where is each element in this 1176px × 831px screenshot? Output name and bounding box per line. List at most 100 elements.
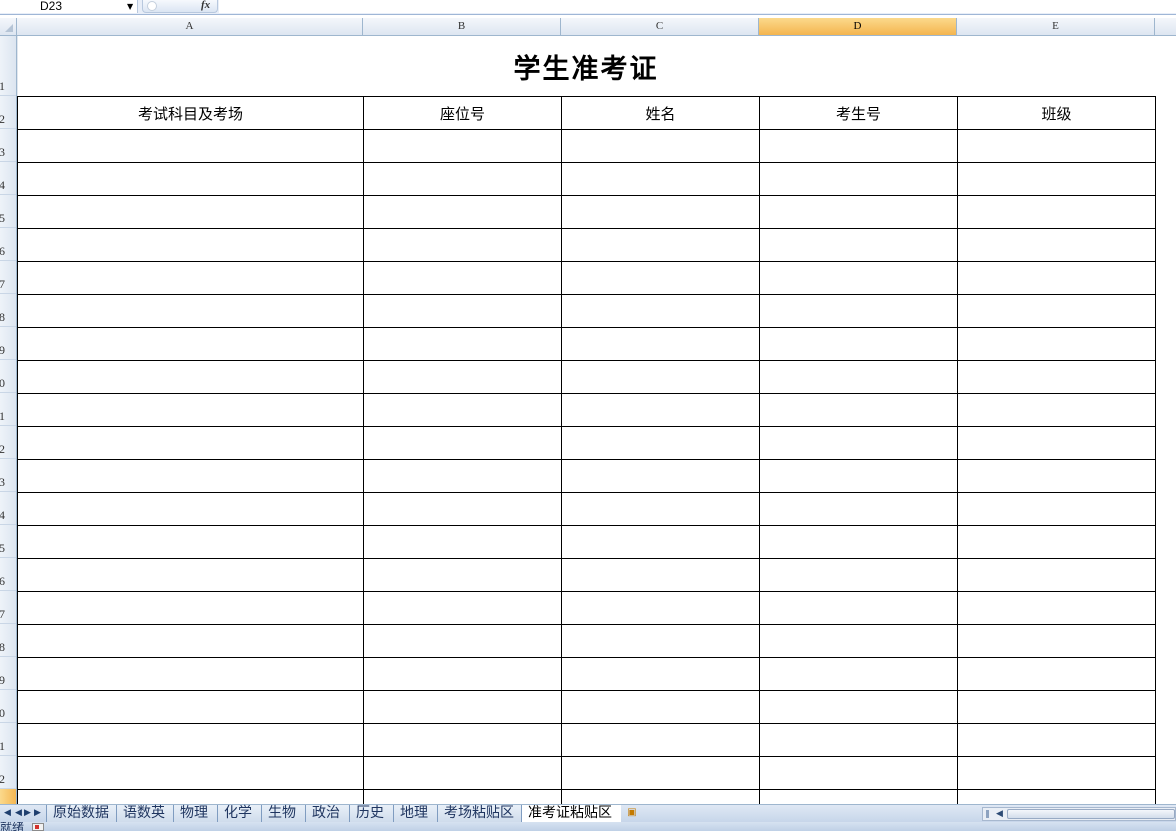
sheet-tab[interactable]: 考场粘贴区 bbox=[437, 805, 521, 822]
table-cell[interactable] bbox=[363, 162, 562, 196]
table-cell[interactable] bbox=[561, 360, 760, 394]
row-header[interactable]: 1 bbox=[0, 36, 16, 96]
row-header[interactable]: 3 bbox=[0, 129, 16, 162]
table-cell[interactable] bbox=[363, 327, 562, 361]
table-cell[interactable] bbox=[957, 228, 1156, 262]
sheet-tab[interactable]: 历史 bbox=[349, 805, 393, 822]
table-cell[interactable] bbox=[17, 294, 364, 328]
sheet-tab[interactable]: 物理 bbox=[173, 805, 217, 822]
table-cell[interactable] bbox=[17, 129, 364, 163]
table-cell[interactable] bbox=[759, 129, 958, 163]
table-cell[interactable] bbox=[957, 393, 1156, 427]
column-header-d[interactable]: D bbox=[759, 18, 957, 35]
table-cell[interactable] bbox=[17, 657, 364, 691]
row-header[interactable]: 2 bbox=[0, 756, 16, 789]
table-cell[interactable] bbox=[363, 360, 562, 394]
table-cell[interactable] bbox=[363, 195, 562, 229]
table-cell[interactable] bbox=[17, 228, 364, 262]
table-cell[interactable] bbox=[561, 492, 760, 526]
table-cell[interactable] bbox=[957, 129, 1156, 163]
table-cell[interactable] bbox=[759, 426, 958, 460]
sheet-tab[interactable]: 地理 bbox=[393, 805, 437, 822]
table-cell[interactable] bbox=[561, 195, 760, 229]
insert-sheet-icon[interactable]: ▣ bbox=[625, 807, 639, 819]
table-cell[interactable] bbox=[957, 690, 1156, 724]
table-cell[interactable] bbox=[561, 558, 760, 592]
table-cell[interactable] bbox=[17, 624, 364, 658]
table-cell[interactable] bbox=[17, 327, 364, 361]
table-cell[interactable] bbox=[363, 624, 562, 658]
table-cell[interactable] bbox=[957, 591, 1156, 625]
table-cell[interactable] bbox=[561, 624, 760, 658]
table-cell[interactable] bbox=[759, 162, 958, 196]
table-cell[interactable] bbox=[957, 294, 1156, 328]
header-cell-exam-number[interactable]: 考生号 bbox=[759, 96, 958, 130]
row-header[interactable]: 5 bbox=[0, 525, 16, 558]
table-cell[interactable] bbox=[363, 756, 562, 790]
table-cell[interactable] bbox=[363, 525, 562, 559]
table-cell[interactable] bbox=[759, 228, 958, 262]
table-cell[interactable] bbox=[17, 591, 364, 625]
table-cell[interactable] bbox=[561, 162, 760, 196]
table-cell[interactable] bbox=[759, 624, 958, 658]
table-cell[interactable] bbox=[561, 393, 760, 427]
table-cell[interactable] bbox=[759, 294, 958, 328]
table-cell[interactable] bbox=[363, 723, 562, 757]
table-cell[interactable] bbox=[561, 129, 760, 163]
header-cell-subject-room[interactable]: 考试科目及考场 bbox=[17, 96, 364, 130]
header-cell-class[interactable]: 班级 bbox=[957, 96, 1156, 130]
table-cell[interactable] bbox=[363, 492, 562, 526]
header-cell-seat-number[interactable]: 座位号 bbox=[363, 96, 562, 130]
row-header[interactable]: 6 bbox=[0, 228, 16, 261]
table-cell[interactable] bbox=[561, 525, 760, 559]
row-header[interactable]: 5 bbox=[0, 195, 16, 228]
column-header-a[interactable]: A bbox=[17, 18, 363, 35]
table-cell[interactable] bbox=[759, 261, 958, 295]
table-cell[interactable] bbox=[759, 327, 958, 361]
row-header[interactable]: 7 bbox=[0, 261, 16, 294]
column-header-c[interactable]: C bbox=[561, 18, 759, 35]
table-cell[interactable] bbox=[363, 657, 562, 691]
scroll-thumb[interactable] bbox=[1007, 809, 1175, 819]
table-cell[interactable] bbox=[957, 426, 1156, 460]
table-cell[interactable] bbox=[363, 690, 562, 724]
table-cell[interactable] bbox=[17, 162, 364, 196]
table-cell[interactable] bbox=[957, 261, 1156, 295]
table-cell[interactable] bbox=[957, 360, 1156, 394]
table-cell[interactable] bbox=[561, 261, 760, 295]
table-cell[interactable] bbox=[363, 294, 562, 328]
table-cell[interactable] bbox=[759, 756, 958, 790]
table-cell[interactable] bbox=[957, 723, 1156, 757]
table-cell[interactable] bbox=[759, 657, 958, 691]
table-cell[interactable] bbox=[957, 327, 1156, 361]
last-sheet-icon[interactable]: ▶ bbox=[32, 806, 43, 821]
worksheet[interactable]: 学生准考证 考试科目及考场 座位号 姓名 考生号 班级 bbox=[17, 36, 1176, 806]
name-box[interactable]: D23 bbox=[0, 0, 138, 13]
table-cell[interactable] bbox=[561, 591, 760, 625]
table-cell[interactable] bbox=[17, 690, 364, 724]
table-cell[interactable] bbox=[363, 426, 562, 460]
sheet-tab[interactable]: 化学 bbox=[217, 805, 261, 822]
row-header[interactable]: 9 bbox=[0, 657, 16, 690]
table-cell[interactable] bbox=[759, 558, 958, 592]
row-header[interactable]: 0 bbox=[0, 690, 16, 723]
table-cell[interactable] bbox=[561, 723, 760, 757]
table-cell[interactable] bbox=[363, 558, 562, 592]
table-cell[interactable] bbox=[759, 690, 958, 724]
name-box-dropdown-icon[interactable]: ▼ bbox=[127, 0, 133, 13]
expand-circle-icon[interactable] bbox=[147, 1, 157, 11]
table-cell[interactable] bbox=[561, 459, 760, 493]
row-header[interactable]: 2 bbox=[0, 426, 16, 459]
row-header[interactable]: 8 bbox=[0, 294, 16, 327]
sheet-tab[interactable]: 原始数据 bbox=[46, 805, 116, 822]
table-cell[interactable] bbox=[17, 756, 364, 790]
row-header[interactable]: 9 bbox=[0, 327, 16, 360]
table-cell[interactable] bbox=[759, 723, 958, 757]
table-cell[interactable] bbox=[561, 228, 760, 262]
scroll-left-icon[interactable]: ◀ bbox=[996, 808, 1003, 820]
table-cell[interactable] bbox=[17, 525, 364, 559]
table-cell[interactable] bbox=[957, 558, 1156, 592]
table-cell[interactable] bbox=[561, 657, 760, 691]
table-cell[interactable] bbox=[17, 723, 364, 757]
page-title[interactable]: 学生准考证 bbox=[17, 36, 1155, 96]
